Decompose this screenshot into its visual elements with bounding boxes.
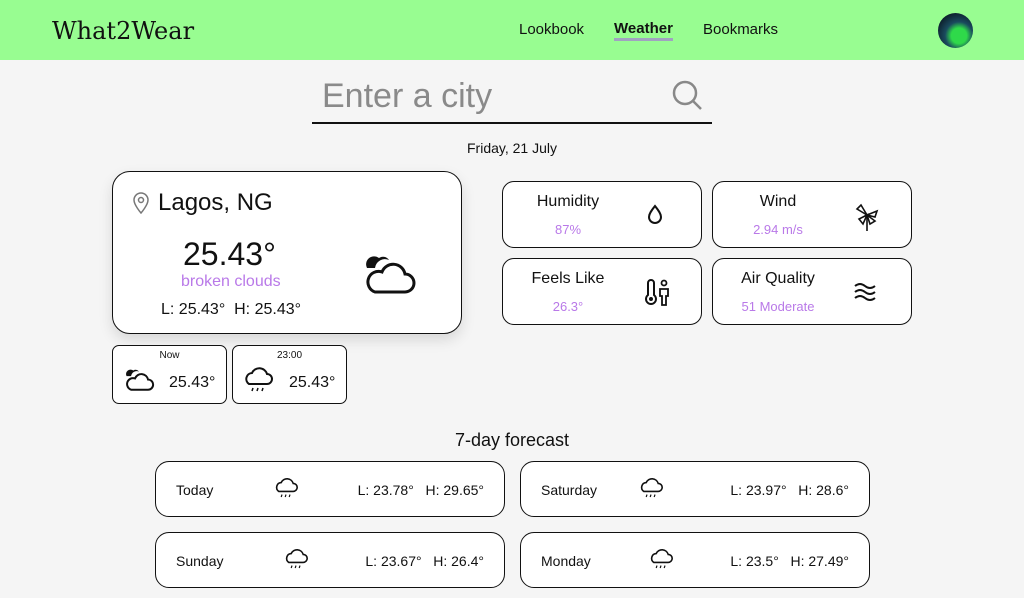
stat-label: Humidity bbox=[536, 193, 600, 210]
stat-wind: Wind 2.94 m/s bbox=[712, 181, 912, 248]
stat-value: 51 Moderate bbox=[741, 299, 815, 314]
cloudy-icon bbox=[126, 369, 155, 391]
hourly-temp: 25.43° bbox=[289, 374, 336, 391]
stat-value: 26.3° bbox=[552, 299, 584, 314]
current-weather-card: Lagos, NG 25.43° broken clouds L: 25.43°… bbox=[112, 171, 462, 334]
rain-icon bbox=[245, 367, 273, 392]
location-pin-icon bbox=[133, 192, 149, 214]
forecast-day-name: Monday bbox=[541, 553, 591, 569]
forecast-day-name: Sunday bbox=[176, 553, 224, 569]
rain-icon bbox=[640, 478, 663, 498]
nav-weather[interactable]: Weather bbox=[614, 20, 673, 41]
rain-icon bbox=[650, 549, 673, 569]
rain-icon bbox=[285, 549, 308, 569]
broken-clouds-icon bbox=[366, 256, 416, 294]
stat-air-quality: Air Quality 51 Moderate bbox=[712, 258, 912, 325]
forecast-day: Today L: 23.78° H: 29.65° bbox=[155, 461, 505, 517]
nav-bookmarks[interactable]: Bookmarks bbox=[703, 21, 778, 38]
hourly-time: Now bbox=[159, 350, 180, 361]
forecast-title: 7-day forecast bbox=[454, 430, 570, 450]
search-icon[interactable] bbox=[672, 80, 704, 112]
stat-humidity: Humidity 87% bbox=[502, 181, 702, 248]
city-name: Lagos, NG bbox=[158, 189, 273, 216]
droplet-icon bbox=[647, 204, 663, 224]
weather-description: broken clouds bbox=[181, 273, 281, 290]
low-temp: L: 25.43° bbox=[161, 301, 226, 318]
forecast-day: Monday L: 23.5° H: 27.49° bbox=[520, 532, 870, 588]
forecast-day: Sunday L: 23.67° H: 26.4° bbox=[155, 532, 505, 588]
hourly-item: Now 25.43° bbox=[112, 345, 227, 404]
forecast-range: L: 23.97° H: 28.6° bbox=[730, 482, 849, 498]
stat-value: 87% bbox=[554, 222, 582, 237]
stat-label: Feels Like bbox=[531, 270, 605, 287]
hourly-temp: 25.43° bbox=[169, 374, 216, 391]
low-high: L: 25.43° H: 25.43° bbox=[161, 301, 301, 319]
rain-icon bbox=[275, 478, 298, 498]
forecast-range: L: 23.67° H: 26.4° bbox=[365, 553, 484, 569]
thermometer-person-icon bbox=[645, 279, 669, 306]
air-waves-icon bbox=[854, 283, 876, 301]
stat-label: Wind bbox=[759, 193, 797, 210]
high-temp: H: 25.43° bbox=[234, 301, 302, 318]
current-temp: 25.43° bbox=[183, 236, 276, 272]
forecast-day-name: Saturday bbox=[541, 482, 598, 498]
hourly-item: 23:00 25.43° bbox=[232, 345, 347, 404]
avatar[interactable] bbox=[938, 13, 973, 48]
stat-label: Air Quality bbox=[741, 270, 815, 287]
hourly-time: 23:00 bbox=[276, 350, 303, 361]
search-input[interactable] bbox=[312, 72, 652, 120]
current-date: Friday, 21 July bbox=[467, 140, 557, 156]
logo[interactable]: What2Wear bbox=[52, 17, 194, 45]
header: What2Wear Lookbook Weather Bookmarks bbox=[0, 0, 1024, 60]
nav-lookbook[interactable]: Lookbook bbox=[519, 21, 584, 38]
forecast-day: Saturday L: 23.97° H: 28.6° bbox=[520, 461, 870, 517]
forecast-day-name: Today bbox=[176, 482, 214, 498]
pinwheel-icon bbox=[855, 203, 879, 231]
search-bar bbox=[312, 72, 712, 124]
forecast-range: L: 23.5° H: 27.49° bbox=[730, 553, 849, 569]
stat-value: 2.94 m/s bbox=[753, 222, 803, 237]
forecast-range: L: 23.78° H: 29.65° bbox=[357, 482, 484, 498]
stat-feels-like: Feels Like 26.3° bbox=[502, 258, 702, 325]
